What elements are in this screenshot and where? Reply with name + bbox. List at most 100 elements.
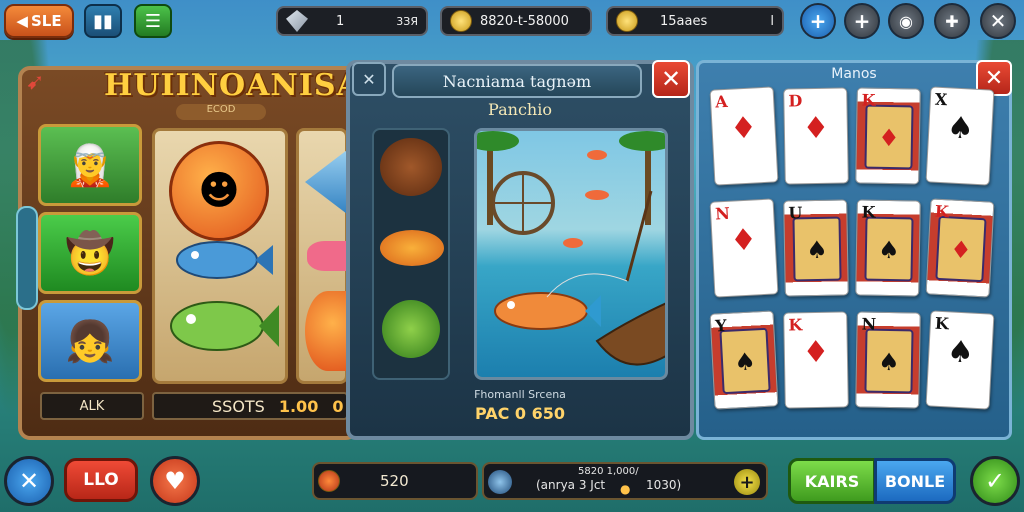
herb-item[interactable] bbox=[382, 300, 440, 358]
playing-card[interactable]: X ♠ bbox=[925, 86, 995, 186]
fishing-panel-close-button[interactable]: ✕ bbox=[652, 60, 690, 98]
diamond-icon: ♦ bbox=[802, 110, 830, 147]
girl-symbol[interactable]: 👧 bbox=[38, 300, 142, 382]
drop-icon: ● bbox=[620, 482, 631, 496]
tools-button[interactable]: ✕ bbox=[4, 456, 54, 506]
arrow-icon: ➹ bbox=[26, 70, 45, 95]
leprechaun-symbol[interactable]: 🧝 bbox=[38, 124, 142, 206]
fishing-panel-title: Nacniama tagnәm bbox=[392, 64, 642, 98]
bonle-button[interactable]: BONLE bbox=[874, 458, 956, 504]
playing-card[interactable]: Y ♠ bbox=[709, 310, 779, 410]
card-rank: K bbox=[934, 313, 950, 334]
close-icon: ✕ bbox=[989, 9, 1007, 33]
orange-symbol bbox=[305, 291, 351, 371]
bet-main: (anrya 3 Jct bbox=[536, 478, 606, 492]
globe-icon bbox=[488, 470, 512, 494]
gem-extra: 3ЗЯ bbox=[396, 14, 418, 28]
list-icon: ☰ bbox=[144, 10, 162, 32]
coin-value: 8820-t-58000 bbox=[480, 13, 569, 29]
reel-1: ☻ bbox=[152, 128, 288, 384]
puzzle-button[interactable]: ✚ bbox=[934, 3, 970, 39]
spade-icon: ♠ bbox=[946, 110, 975, 147]
heart-icon: ♥ bbox=[164, 467, 186, 495]
smiley-symbol: ☻ bbox=[169, 141, 269, 241]
face-card-art: ♦ bbox=[864, 104, 914, 170]
gem-icon bbox=[286, 10, 308, 32]
card-rank: U bbox=[788, 203, 803, 223]
bait-item[interactable] bbox=[380, 230, 444, 266]
face-card-art: ♠ bbox=[719, 327, 771, 395]
reel-2 bbox=[296, 128, 351, 384]
bet-field: 5820 1,000/ (anrya 3 Jct ● 1030) + bbox=[482, 462, 768, 500]
diamond-icon: ♦ bbox=[729, 222, 758, 259]
back-label: SLE bbox=[30, 12, 62, 30]
green-fish-symbol bbox=[170, 301, 279, 351]
slot-bar: SSOTS 1.00 0 bbox=[152, 392, 348, 420]
cowboy-icon: 🤠 bbox=[65, 230, 115, 277]
wallet-coin-icon bbox=[616, 10, 638, 32]
playing-card[interactable]: K ♦ bbox=[855, 87, 921, 185]
llo-button[interactable]: LLO bbox=[64, 458, 138, 502]
puzzle-icon: ✚ bbox=[945, 11, 959, 31]
gem-counter: 1 3ЗЯ bbox=[276, 6, 428, 36]
kairs-button[interactable]: KAIRS bbox=[788, 458, 876, 504]
favorite-button[interactable]: ♥ bbox=[150, 456, 200, 506]
close-icon: ✕ bbox=[984, 65, 1004, 91]
stats-button[interactable]: ▮▮ bbox=[84, 4, 122, 38]
card-grid: A ♦ D ♦ K ♦ X ♠ N ♦ U ♠ K ♠ K ♦ Y ♠ K ♦ N ♠ K ♠ bbox=[709, 86, 1002, 430]
blue-fish-symbol bbox=[176, 241, 273, 279]
card-rank: X bbox=[934, 89, 948, 110]
left-label: ALK bbox=[40, 392, 144, 420]
face-card-art: ♠ bbox=[864, 216, 914, 282]
close-app-button[interactable]: ✕ bbox=[980, 3, 1016, 39]
playing-card[interactable]: A ♦ bbox=[709, 86, 779, 186]
card-rank: Y bbox=[714, 315, 728, 336]
pink-fish-symbol bbox=[307, 241, 351, 271]
shark-symbol bbox=[305, 147, 351, 217]
playing-card[interactable]: K ♠ bbox=[925, 310, 995, 410]
cowboy-symbol[interactable]: 🤠 bbox=[38, 212, 142, 294]
slot-subtitle: ECOD bbox=[176, 104, 266, 120]
card-rank: N bbox=[714, 203, 731, 224]
plus-icon: + bbox=[809, 9, 827, 33]
side-tab[interactable] bbox=[16, 206, 38, 310]
coin-icon bbox=[450, 10, 472, 32]
face-card-art: ♠ bbox=[792, 216, 842, 282]
balance-value: 520 bbox=[380, 472, 409, 490]
menu-button[interactable]: ☰ bbox=[134, 4, 172, 38]
card-rank: K bbox=[934, 201, 950, 222]
item-column bbox=[372, 128, 450, 380]
slot-bar-value: 1.00 bbox=[278, 396, 319, 416]
wallet-counter: 15aaes l bbox=[606, 6, 784, 36]
playing-card[interactable]: K ♦ bbox=[783, 311, 849, 409]
card-rank: K bbox=[861, 90, 876, 110]
coconut-item[interactable] bbox=[380, 138, 442, 196]
card-rank: K bbox=[788, 315, 803, 335]
girl-icon: 👧 bbox=[65, 318, 115, 365]
coin-counter: 8820-t-58000 bbox=[440, 6, 592, 36]
playing-card[interactable]: K ♦ bbox=[925, 198, 995, 298]
playing-card[interactable]: N ♠ bbox=[855, 311, 921, 409]
character-column: 🧝 🤠 👧 bbox=[38, 124, 142, 384]
confirm-button[interactable]: ✓ bbox=[970, 456, 1020, 506]
playing-card[interactable]: K ♠ bbox=[855, 199, 921, 297]
face-card-art: ♠ bbox=[864, 328, 914, 394]
card-rank: N bbox=[861, 314, 877, 334]
slot-bar-extra: 0 bbox=[332, 396, 344, 416]
back-button[interactable]: ◀ SLE bbox=[4, 4, 74, 38]
chat-button[interactable]: ◉ bbox=[888, 3, 924, 39]
bet-top: 5820 1,000/ bbox=[578, 466, 639, 477]
add-button[interactable]: + bbox=[800, 3, 836, 39]
plus-icon: + bbox=[853, 9, 871, 33]
fishing-price: PAC 0 650 bbox=[474, 404, 566, 423]
face-card-art: ♦ bbox=[935, 215, 987, 283]
fishing-scene bbox=[474, 128, 668, 380]
playing-card[interactable]: U ♠ bbox=[783, 199, 849, 297]
leprechaun-icon: 🧝 bbox=[65, 142, 115, 189]
wallet-extra: l bbox=[770, 13, 774, 29]
card-rank: K bbox=[861, 202, 876, 222]
bet-plus-button[interactable]: + bbox=[734, 469, 760, 495]
playing-card[interactable]: N ♦ bbox=[709, 198, 779, 298]
add-friend-button[interactable]: + bbox=[844, 3, 880, 39]
playing-card[interactable]: D ♦ bbox=[783, 87, 849, 185]
